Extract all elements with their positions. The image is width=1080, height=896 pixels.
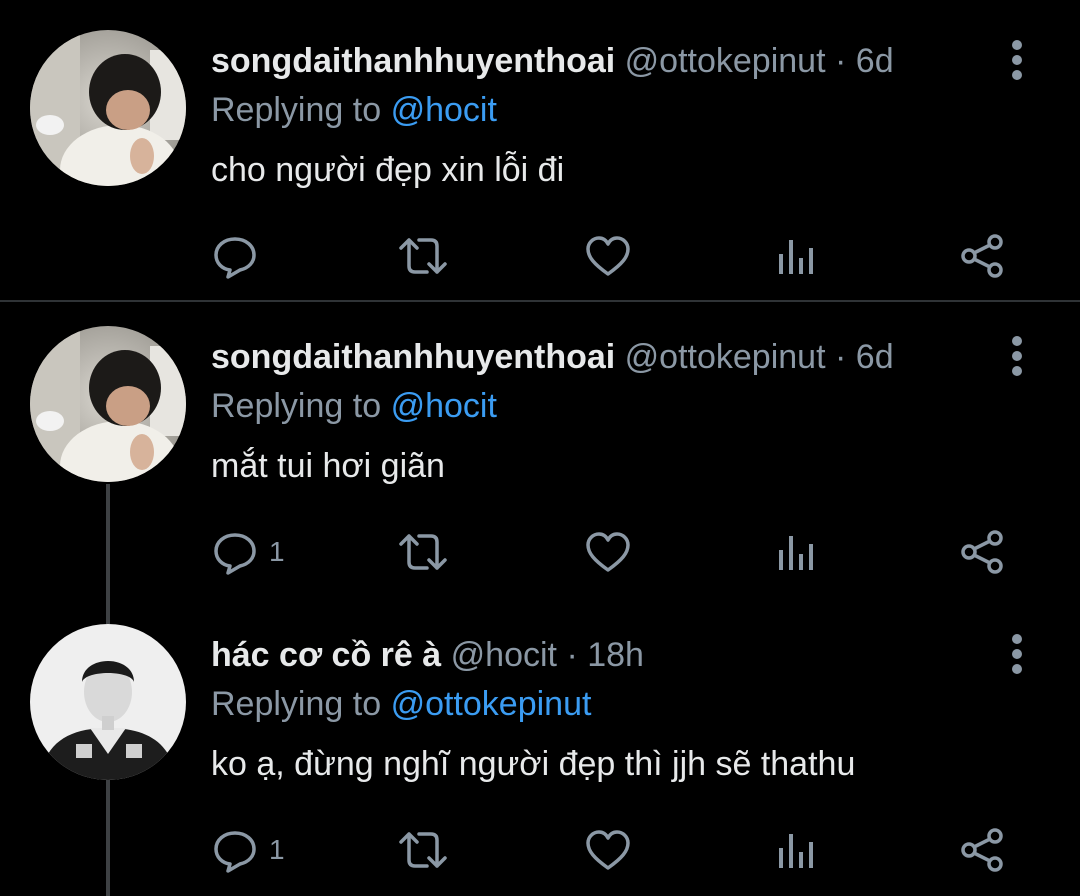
avatar[interactable] [30, 326, 186, 482]
like-icon [586, 532, 630, 572]
display-name[interactable]: songdaithanhhuyenthoai [211, 338, 615, 376]
timestamp[interactable]: 6d [856, 42, 894, 80]
retweet-button[interactable] [397, 526, 449, 578]
like-button[interactable] [584, 824, 632, 876]
share-icon [961, 234, 1003, 278]
timestamp[interactable]: 6d [856, 338, 894, 376]
tweet-header: hác cơ cồ rê à @hocit · 18h [211, 632, 1080, 678]
tweet-header: songdaithanhhuyenthoai @ottokepinut · 6d [211, 334, 1080, 380]
like-button[interactable] [584, 526, 632, 578]
more-icon[interactable] [1004, 40, 1030, 80]
tweet-text: ko ạ, đừng nghĩ người đẹp thì jjh sẽ tha… [211, 745, 856, 783]
reply-button[interactable]: 1 [211, 526, 285, 578]
display-name[interactable]: hác cơ cồ rê à [211, 636, 441, 674]
views-button[interactable] [773, 526, 817, 578]
tweet-text: cho người đẹp xin lỗi đi [211, 151, 565, 189]
retweet-icon [399, 832, 447, 868]
share-button[interactable] [959, 824, 1007, 876]
views-icon [779, 834, 813, 868]
avatar-image [30, 624, 186, 780]
like-icon [586, 236, 630, 276]
replying-label: Replying to [211, 685, 382, 723]
replying-to: Replying to @hocit [211, 84, 1080, 136]
separator-dot: · [566, 636, 578, 674]
avatar-image [30, 30, 186, 186]
avatar[interactable] [30, 30, 186, 186]
views-icon [779, 536, 813, 570]
avatar-image [30, 326, 186, 482]
views-icon [779, 240, 813, 274]
reply-icon [214, 831, 256, 873]
reply-button[interactable] [211, 230, 269, 282]
retweet-icon [399, 238, 447, 274]
tweet-header: songdaithanhhuyenthoai @ottokepinut · 6d [211, 38, 1080, 84]
tweet-actions: 1 [211, 526, 1011, 578]
more-icon[interactable] [1004, 634, 1030, 674]
replying-label: Replying to [211, 91, 382, 129]
share-icon [961, 530, 1003, 574]
tweet-actions: 1 [211, 824, 1011, 876]
mention-link[interactable]: @hocit [391, 91, 497, 129]
replying-label: Replying to [211, 387, 382, 425]
reply-icon [214, 237, 256, 279]
separator-dot: · [835, 338, 847, 376]
avatar[interactable] [30, 624, 186, 780]
replying-to: Replying to @hocit [211, 380, 1080, 432]
like-button[interactable] [584, 230, 632, 282]
display-name[interactable]: songdaithanhhuyenthoai [211, 42, 615, 80]
user-handle[interactable]: @ottokepinut [625, 338, 826, 376]
more-icon[interactable] [1004, 336, 1030, 376]
separator-dot: · [835, 42, 847, 80]
mention-link[interactable]: @ottokepinut [391, 685, 592, 723]
tweet[interactable]: hác cơ cồ rê à @hocit · 18h Replying to … [0, 594, 1080, 896]
replying-to: Replying to @ottokepinut [211, 678, 1080, 730]
tweet-actions [211, 230, 1011, 282]
share-icon [961, 828, 1003, 872]
user-handle[interactable]: @ottokepinut [625, 42, 826, 80]
tweet[interactable]: songdaithanhhuyenthoai @ottokepinut · 6d… [0, 0, 1080, 302]
retweet-button[interactable] [397, 230, 449, 282]
views-button[interactable] [773, 824, 817, 876]
tweet-text: mắt tui hơi giãn [211, 447, 445, 485]
retweet-icon [399, 534, 447, 570]
share-button[interactable] [959, 526, 1007, 578]
user-handle[interactable]: @hocit [451, 636, 557, 674]
mention-link[interactable]: @hocit [391, 387, 497, 425]
timestamp[interactable]: 18h [587, 636, 644, 674]
reply-count: 1 [269, 834, 285, 865]
reply-icon [214, 533, 256, 575]
views-button[interactable] [773, 230, 817, 282]
share-button[interactable] [959, 230, 1007, 282]
reply-button[interactable]: 1 [211, 824, 285, 876]
like-icon [586, 830, 630, 870]
tweet[interactable]: songdaithanhhuyenthoai @ottokepinut · 6d… [0, 296, 1080, 596]
retweet-button[interactable] [397, 824, 449, 876]
reply-count: 1 [269, 536, 285, 567]
